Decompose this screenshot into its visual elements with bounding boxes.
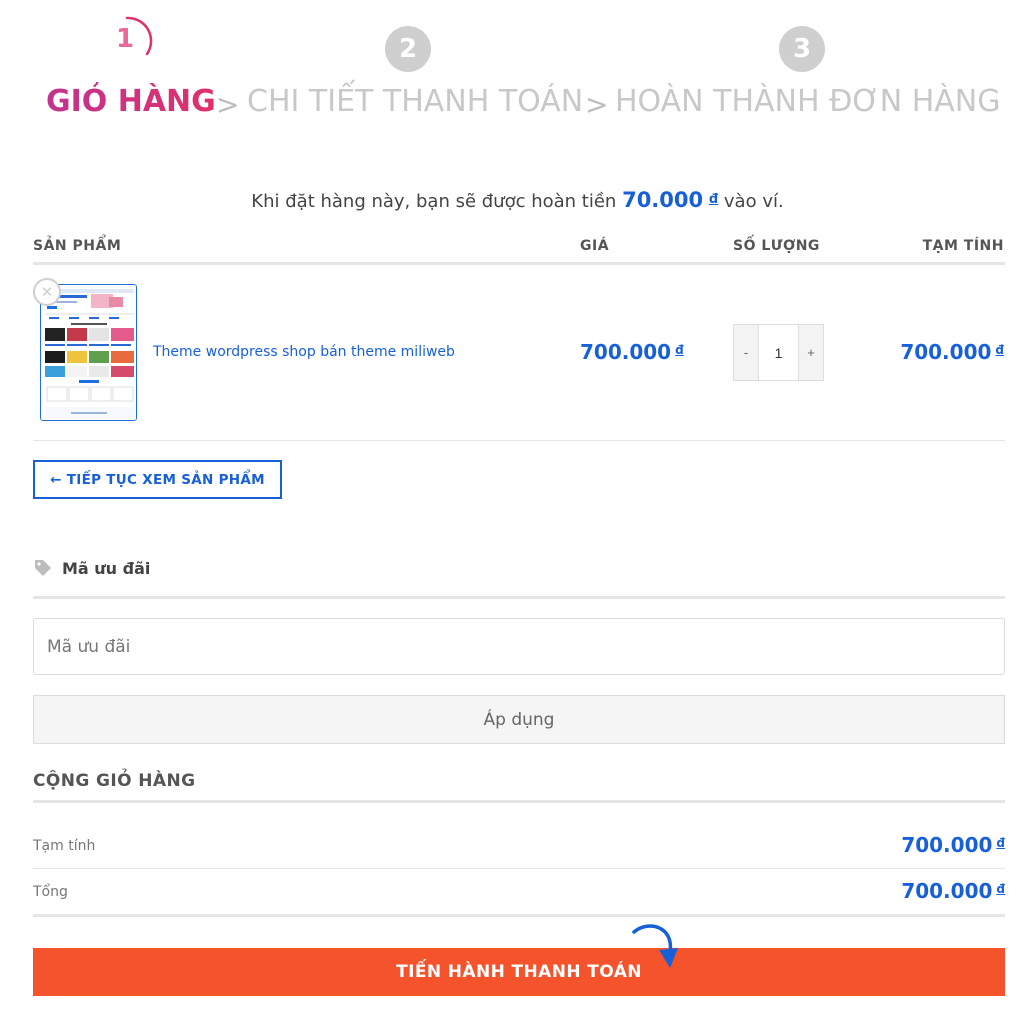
cart-totals-title: CỘNG GIỎ HÀNG <box>33 771 196 791</box>
coupon-code-input[interactable] <box>33 618 1005 675</box>
total-value: 700.000 đ <box>901 879 1005 903</box>
step-3-label[interactable]: HOÀN THÀNH ĐƠN HÀNG <box>615 82 1000 122</box>
totals-bottom-divider <box>33 914 1005 917</box>
total-amount: 700.000 <box>901 879 993 903</box>
coupon-title-label: Mã ưu đãi <box>62 558 151 578</box>
totals-divider <box>33 800 1005 803</box>
cashback-prefix: Khi đặt hàng này, bạn sẽ được hoàn tiền <box>251 191 617 212</box>
subtotal-amount: 700.000 <box>901 833 993 857</box>
product-thumbnail[interactable] <box>40 284 137 421</box>
tag-icon <box>35 560 51 576</box>
step-2-number: 2 <box>385 26 431 72</box>
cashback-currency: đ <box>708 192 719 207</box>
step-progress-arc-icon <box>125 16 153 56</box>
subtotal-currency: đ <box>996 836 1005 850</box>
product-preview-image <box>41 285 136 420</box>
table-header-divider <box>33 262 1005 265</box>
step-1-number: 1 <box>102 16 153 62</box>
step-2-label[interactable]: CHI TIẾT THANH TOÁN <box>247 82 583 122</box>
item-price-value: 700.000 <box>580 340 672 364</box>
step-3-number: 3 <box>779 26 825 72</box>
close-icon: ✕ <box>40 284 54 301</box>
totals-row-divider <box>33 868 1005 869</box>
curved-arrow-icon <box>632 924 678 968</box>
header-product: SẢN PHẨM <box>33 238 122 254</box>
proceed-to-checkout-button[interactable]: TIẾN HÀNH THANH TOÁN <box>33 948 1005 996</box>
remove-item-button[interactable]: ✕ <box>33 278 61 306</box>
item-price-currency: đ <box>675 343 684 357</box>
total-label: Tổng <box>33 884 68 900</box>
coupon-section-title: Mã ưu đãi <box>33 558 150 578</box>
cashback-suffix: vào ví. <box>723 191 784 212</box>
continue-shopping-button[interactable]: ← TIẾP TỤC XEM SẢN PHẨM <box>33 460 282 499</box>
header-quantity: SỐ LƯỢNG <box>733 238 820 254</box>
header-price: GIÁ <box>580 238 610 254</box>
row-divider <box>33 440 1005 441</box>
coupon-divider <box>33 596 1005 599</box>
quantity-increase-button[interactable]: + <box>799 325 823 380</box>
step-separator-icon: > <box>585 88 609 121</box>
item-subtotal-value: 700.000 <box>900 340 992 364</box>
checkout-steps: 1 GIỎ HÀNG > 2 CHI TIẾT THANH TOÁN > 3 H… <box>0 0 1035 140</box>
product-name-link[interactable]: Theme wordpress shop bán theme miliweb <box>153 344 455 360</box>
step-separator-icon: > <box>216 88 240 121</box>
quantity-input[interactable]: 1 <box>758 325 799 380</box>
subtotal-label: Tạm tính <box>33 838 96 854</box>
cashback-notice: Khi đặt hàng này, bạn sẽ được hoàn tiền … <box>0 188 1035 212</box>
quantity-decrease-button[interactable]: - <box>734 325 758 380</box>
cashback-amount: 70.000 <box>622 188 704 212</box>
subtotal-value: 700.000 đ <box>901 833 1005 857</box>
item-subtotal: 700.000 đ <box>900 340 1004 364</box>
header-subtotal: TẠM TÍNH <box>922 238 1004 254</box>
apply-coupon-button[interactable]: Áp dụng <box>33 695 1005 744</box>
item-subtotal-currency: đ <box>995 343 1004 357</box>
item-price: 700.000 đ <box>580 340 684 364</box>
step-1-label[interactable]: GIỎ HÀNG <box>46 82 216 122</box>
total-currency: đ <box>996 882 1005 896</box>
quantity-stepper[interactable]: - 1 + <box>733 324 824 381</box>
